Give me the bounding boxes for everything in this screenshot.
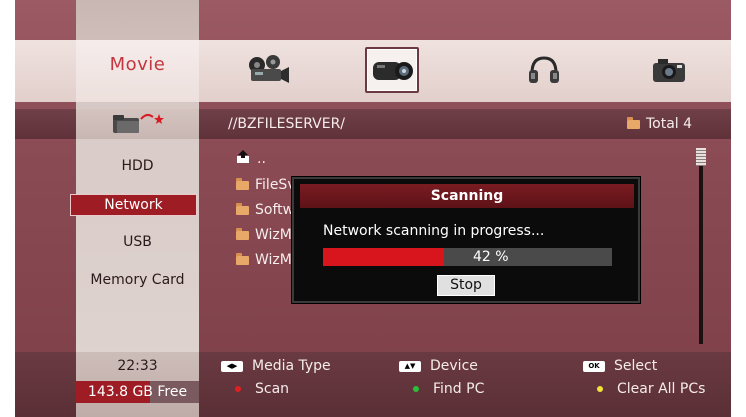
current-path: //BZFILESERVER/ — [228, 116, 346, 132]
scrollbar-thumb[interactable] — [696, 148, 706, 166]
help-find-pc-label: Find PC — [433, 381, 485, 397]
folder-icon — [236, 177, 249, 190]
progress-percent: 42 % — [473, 249, 509, 265]
photo-camera-icon[interactable] — [642, 47, 696, 93]
list-item[interactable]: WizMe — [236, 252, 300, 268]
favorite-folder-icon-svg — [113, 113, 164, 133]
yellow-button-icon — [597, 386, 603, 392]
dialog-message: Network scanning in progress... — [323, 223, 545, 239]
total-count: Total 4 — [627, 116, 692, 132]
favorite-folder-icon[interactable] — [109, 111, 165, 139]
clock: 22:33 — [117, 358, 158, 374]
free-space-indicator: 143.8 GB Free — [76, 381, 199, 403]
help-scan: Scan — [221, 381, 289, 397]
left-right-key-icon: ◀▶ — [221, 360, 243, 372]
device-memory-card[interactable]: Memory Card — [76, 272, 199, 288]
video-camera-icon-svg — [373, 62, 413, 80]
help-find-pc: Find PC — [399, 381, 484, 397]
up-folder-icon — [236, 150, 251, 168]
device-hdd[interactable]: HDD — [76, 158, 199, 174]
photo-camera-icon-svg — [653, 59, 685, 82]
progress-fill — [323, 248, 445, 266]
list-item-parent[interactable]: .. — [236, 150, 266, 168]
device-usb[interactable]: USB — [76, 234, 199, 250]
help-select-label: Select — [614, 358, 658, 374]
up-down-key-icon: ▲▼ — [399, 360, 421, 372]
folder-icon — [236, 252, 249, 265]
movie-reel-icon-svg — [249, 55, 289, 83]
ok-key-icon: OK — [583, 360, 605, 372]
scanning-dialog: Scanning Network scanning in progress...… — [292, 177, 640, 303]
list-item[interactable]: WizMe — [236, 227, 300, 243]
video-camera-icon[interactable] — [365, 47, 419, 93]
green-button-icon — [413, 386, 419, 392]
device-network[interactable]: Network — [70, 194, 197, 216]
scrollbar[interactable] — [699, 148, 703, 344]
headphones-icon-svg — [529, 56, 559, 83]
folder-icon — [236, 202, 249, 215]
media-type-title: Movie — [109, 54, 166, 75]
up-folder-icon-svg — [237, 150, 249, 163]
progress-bar: 42 % — [323, 248, 612, 266]
help-media-type-label: Media Type — [252, 358, 331, 374]
help-select: OK Select — [583, 358, 657, 374]
total-count-label: Total 4 — [646, 116, 693, 132]
folder-icon — [627, 116, 640, 129]
media-browser-screen: Movie //BZFILESERVER/ Total 4 HDD Networ… — [15, 0, 731, 417]
help-media-type: ◀▶ Media Type — [221, 358, 331, 374]
help-clear-all-pcs: Clear All PCs — [583, 381, 705, 397]
help-scan-label: Scan — [255, 381, 290, 397]
folder-icon — [236, 227, 249, 240]
red-button-icon — [235, 386, 241, 392]
stop-button[interactable]: Stop — [437, 275, 495, 296]
movie-reel-icon[interactable] — [241, 47, 295, 93]
headphones-icon[interactable] — [517, 47, 571, 93]
help-device: ▲▼ Device — [399, 358, 478, 374]
list-item-label: .. — [257, 151, 266, 167]
help-device-label: Device — [430, 358, 478, 374]
help-clear-all-pcs-label: Clear All PCs — [617, 381, 706, 397]
dialog-title: Scanning — [300, 184, 634, 208]
